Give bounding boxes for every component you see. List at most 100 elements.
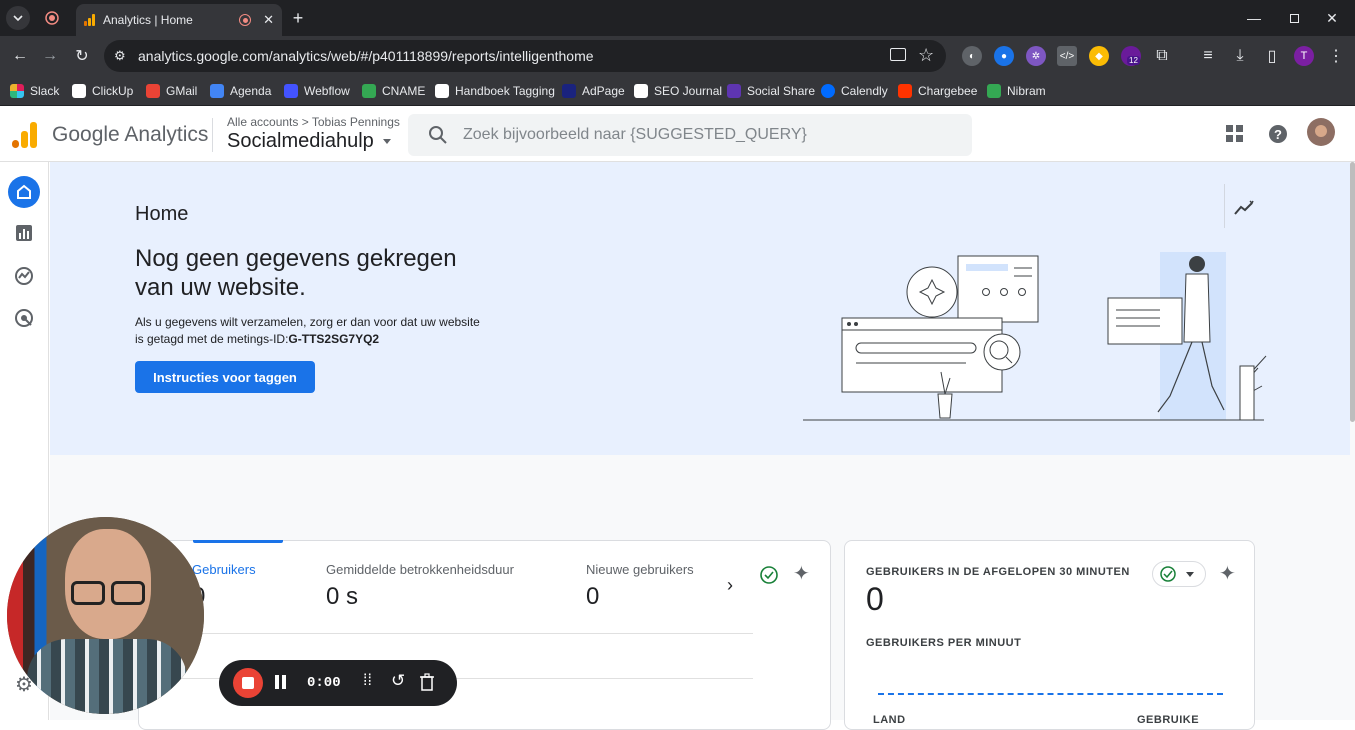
profile-avatar[interactable]: T xyxy=(1294,46,1314,66)
extension-3-icon[interactable]: ✲ xyxy=(1026,46,1046,66)
measurement-id: G-TTS2SG7YQ2 xyxy=(288,332,380,346)
slack-icon xyxy=(10,84,24,98)
stop-recording-button[interactable] xyxy=(233,668,263,698)
nav-reports-icon[interactable] xyxy=(8,217,40,249)
bookmark-adpage[interactable]: AdPage xyxy=(562,82,625,100)
camera-icon[interactable] xyxy=(890,48,906,61)
bookmark-webflow[interactable]: Webflow xyxy=(284,82,350,100)
account-avatar[interactable] xyxy=(1307,118,1335,146)
page-title: Home xyxy=(135,203,189,225)
bookmark-agenda[interactable]: Agenda xyxy=(210,82,271,100)
extension-2-icon[interactable]: ● xyxy=(994,46,1014,66)
search-box[interactable]: Zoek bijvoorbeeld naar {SUGGESTED_QUERY} xyxy=(408,114,972,156)
screen-recorder-bar: 0:00 ⁞⁞ ↺ xyxy=(219,660,457,706)
nav-advertising-icon[interactable] xyxy=(8,302,40,334)
bookmark-social-share[interactable]: Social Share xyxy=(727,82,815,100)
insights-sparkle-icon[interactable]: ✦ xyxy=(1219,561,1236,586)
tab-search-icon[interactable] xyxy=(6,6,30,30)
main-content: Home Nog geen gegevens gekregen van uw w… xyxy=(50,162,1355,730)
tab-close-icon[interactable]: ✕ xyxy=(263,12,274,28)
card-divider xyxy=(139,633,753,634)
breadcrumb-root[interactable]: Alle accounts xyxy=(227,115,298,129)
presenter-shirt xyxy=(27,639,187,714)
users-per-minute-chart xyxy=(878,693,1223,695)
breadcrumb-account[interactable]: Tobias Pennings xyxy=(312,115,400,129)
next-metric-chevron-icon[interactable]: › xyxy=(727,575,733,596)
check-status-icon[interactable] xyxy=(759,565,779,590)
bookmarks-bar: Slack ClickUp GMail Agenda Webflow CNAME… xyxy=(0,76,1355,106)
bookmark-star-icon[interactable]: ☆ xyxy=(918,45,934,66)
property-selector[interactable]: Socialmediahulp xyxy=(227,130,392,153)
back-icon[interactable]: ← xyxy=(8,44,32,68)
new-tab-icon[interactable]: + xyxy=(286,6,310,30)
nav-explore-icon[interactable] xyxy=(8,260,40,292)
delete-icon[interactable] xyxy=(419,673,435,696)
tab-analytics-home[interactable]: Analytics | Home ✕ xyxy=(76,4,282,36)
side-panel-icon[interactable]: ▯ xyxy=(1260,44,1284,68)
realtime-status-dropdown[interactable] xyxy=(1152,561,1206,587)
restart-icon[interactable]: ↺ xyxy=(391,671,405,691)
extension-6-icon[interactable]: 12 xyxy=(1121,46,1141,66)
extension-1-icon[interactable]: ◐ xyxy=(962,46,982,66)
insights-sparkle-icon[interactable]: ✦ xyxy=(793,561,810,586)
metric-label-engagement[interactable]: Gemiddelde betrokkenheidsduur xyxy=(326,562,514,577)
apps-grid-icon[interactable] xyxy=(1223,122,1247,146)
page-scrollbar[interactable] xyxy=(1350,162,1355,422)
header-divider xyxy=(212,118,213,152)
gmail-icon xyxy=(146,84,160,98)
cname-icon xyxy=(362,84,376,98)
adpage-icon xyxy=(562,84,576,98)
browser-title-bar: Analytics | Home ✕ + — ✕ xyxy=(0,0,1355,36)
metric-label-new-users[interactable]: Nieuwe gebruikers xyxy=(586,562,694,577)
hero-banner: Home Nog geen gegevens gekregen van uw w… xyxy=(50,162,1350,455)
social-share-icon xyxy=(727,84,741,98)
hero-divider xyxy=(1224,184,1225,228)
check-status-icon xyxy=(1160,566,1176,582)
draw-tool-icon[interactable]: ⁞⁞ xyxy=(363,672,372,690)
tab-recording-icon xyxy=(239,14,252,26)
browser-menu-icon[interactable]: ⋮ xyxy=(1324,44,1348,68)
column-header-users: GEBRUIKE xyxy=(1137,714,1200,726)
metric-value-new-users: 0 xyxy=(586,583,600,610)
pause-icon[interactable] xyxy=(275,675,286,694)
stop-icon xyxy=(242,677,254,689)
bookmark-handboek-tagging[interactable]: Handboek Tagging xyxy=(435,82,555,100)
tab-title: Analytics | Home xyxy=(103,13,193,27)
chargebee-icon xyxy=(898,84,912,98)
extension-5-icon[interactable]: ◆ xyxy=(1089,46,1109,66)
recording-timer: 0:00 xyxy=(307,675,341,691)
url-text[interactable]: analytics.google.com/analytics/web/#/p40… xyxy=(138,48,594,64)
bookmark-gmail[interactable]: GMail xyxy=(146,82,197,100)
forward-icon[interactable]: → xyxy=(38,44,62,68)
svg-text:?: ? xyxy=(1274,127,1282,142)
media-queue-icon[interactable]: ≡ xyxy=(1196,44,1220,68)
insights-trend-icon[interactable] xyxy=(1234,200,1254,221)
breadcrumb[interactable]: Alle accounts > Tobias Pennings xyxy=(227,115,400,129)
download-icon[interactable]: ⤓ xyxy=(1228,44,1252,68)
extensions-puzzle-icon[interactable]: ⧉ xyxy=(1150,44,1174,68)
empty-state-illustration xyxy=(803,252,1267,421)
dropdown-arrow-icon xyxy=(1186,572,1194,577)
help-icon[interactable]: ? xyxy=(1266,122,1290,146)
webflow-icon xyxy=(284,84,298,98)
calendly-icon xyxy=(821,84,835,98)
extension-code-icon[interactable]: </> xyxy=(1057,46,1077,66)
site-info-icon[interactable]: ⚙ xyxy=(114,48,126,64)
tagging-instructions-button[interactable]: Instructies voor taggen xyxy=(135,361,315,393)
webcam-overlay xyxy=(7,517,204,714)
bookmark-chargebee[interactable]: Chargebee xyxy=(898,82,977,100)
record-indicator-icon[interactable] xyxy=(40,6,64,30)
nav-home-icon[interactable] xyxy=(8,176,40,208)
empty-state-headline: Nog geen gegevens gekregen van uw websit… xyxy=(135,245,457,301)
bookmark-cname[interactable]: CNAME xyxy=(362,82,425,100)
seo-journal-icon xyxy=(634,84,648,98)
reload-icon[interactable]: ↻ xyxy=(70,44,94,68)
bookmark-nibram[interactable]: Nibram xyxy=(987,82,1046,100)
bookmark-calendly[interactable]: Calendly xyxy=(821,82,888,100)
address-bar[interactable]: ⚙ analytics.google.com/analytics/web/#/p… xyxy=(104,40,946,72)
bookmark-clickup[interactable]: ClickUp xyxy=(72,82,133,100)
nibram-icon xyxy=(987,84,1001,98)
close-window-icon[interactable]: ✕ xyxy=(1309,0,1355,36)
bookmark-seo-journal[interactable]: SEO Journal xyxy=(634,82,722,100)
bookmark-slack[interactable]: Slack xyxy=(10,82,59,100)
